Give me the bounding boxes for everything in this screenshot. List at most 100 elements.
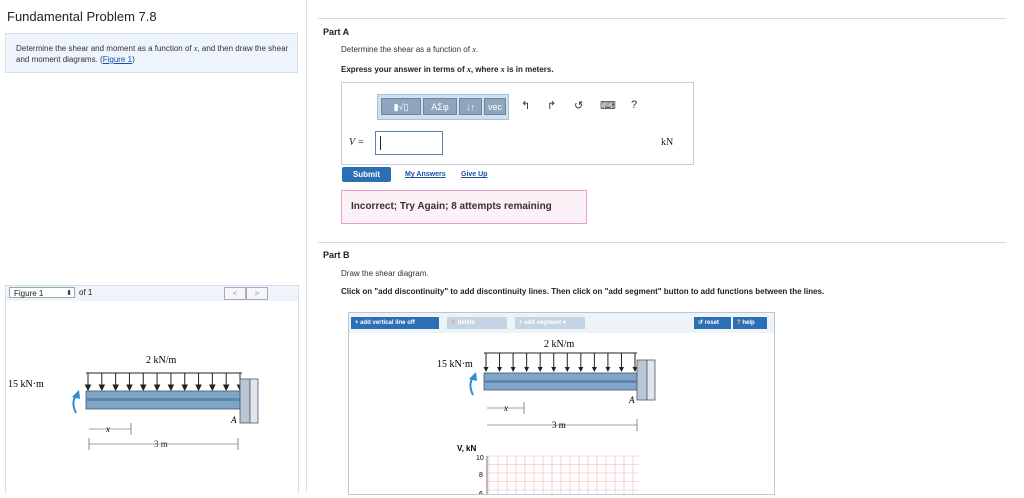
answer-input[interactable] bbox=[375, 131, 443, 155]
help-icon[interactable]: ? bbox=[631, 99, 637, 111]
divider-part-b bbox=[318, 242, 1006, 243]
beam-web bbox=[86, 398, 240, 401]
load-arrowhead bbox=[126, 384, 133, 392]
express-var-2: x bbox=[500, 65, 505, 74]
express-text-2: , where bbox=[470, 65, 499, 74]
tick-label-10: 10 bbox=[476, 455, 484, 462]
load-arrowhead bbox=[551, 367, 557, 372]
figure-navigation-bar: Figure 1 ⬍ of 1 < > bbox=[5, 285, 299, 302]
diagram-fixed-support bbox=[636, 359, 648, 401]
previous-figure-button[interactable]: < bbox=[224, 287, 246, 300]
load-arrowhead bbox=[510, 367, 516, 372]
load-arrowhead bbox=[84, 384, 92, 392]
diagram-x-label: x bbox=[503, 403, 508, 413]
tick-label-8: 8 bbox=[479, 472, 483, 479]
load-arrowhead bbox=[222, 384, 230, 392]
give-up-link[interactable]: Give Up bbox=[461, 171, 487, 178]
feedback-box: Incorrect; Try Again; 8 attempts remaini… bbox=[341, 190, 587, 224]
problem-text: Determine the shear and moment as a func… bbox=[16, 43, 296, 65]
wall bbox=[249, 378, 259, 424]
figure-select[interactable]: Figure 1 ⬍ bbox=[9, 287, 75, 298]
shear-plot-grid bbox=[487, 455, 639, 494]
load-arrowhead bbox=[195, 384, 202, 392]
diagram-support-label: A bbox=[628, 395, 635, 405]
part-b-instruction: Draw the shear diagram. bbox=[341, 269, 429, 278]
diagram-canvas[interactable]: 2 kN/m 15 kN·m A x 3 m V, kN 10 8 6 bbox=[349, 333, 774, 494]
load-arrowhead bbox=[591, 367, 597, 372]
undo-icon[interactable]: ↰ bbox=[521, 99, 530, 112]
figure-count: of 1 bbox=[79, 288, 93, 297]
diagram-load-label: 2 kN/m bbox=[544, 339, 575, 350]
problem-statement-box: Determine the shear and moment as a func… bbox=[5, 33, 298, 73]
diagram-wall bbox=[646, 359, 656, 401]
load-arrowhead bbox=[537, 367, 543, 372]
load-arrowhead bbox=[618, 367, 624, 372]
diagram-length-label: 3 m bbox=[552, 420, 566, 430]
x-label: x bbox=[105, 424, 110, 434]
reset-label: reset bbox=[704, 320, 720, 326]
load-arrowhead bbox=[605, 367, 611, 372]
text-cursor bbox=[380, 136, 381, 150]
part-b-click-instruction: Click on "add discontinuity" to add disc… bbox=[341, 287, 825, 296]
redo-icon[interactable]: ↱ bbox=[547, 99, 556, 112]
add-segment-label: add segment bbox=[524, 320, 562, 326]
keyboard-icon[interactable]: ⌨ bbox=[600, 99, 616, 112]
delete-button[interactable]: ✕ delete bbox=[447, 317, 507, 329]
express-text-3: is in meters. bbox=[506, 65, 554, 74]
greek-button[interactable]: ΑΣφ bbox=[423, 98, 457, 115]
figure-select-value: Figure 1 bbox=[14, 289, 44, 298]
problem-text-part3: ) bbox=[132, 55, 135, 64]
figure-link[interactable]: Figure 1 bbox=[103, 55, 132, 64]
load-arrowhead bbox=[167, 384, 175, 392]
add-vertical-line-button[interactable]: + add vertical line off bbox=[351, 317, 439, 329]
load-arrowhead bbox=[209, 384, 216, 392]
shear-diagram-tool: + add vertical line off ✕ delete + add s… bbox=[348, 312, 775, 495]
length-label: 3 m bbox=[154, 439, 168, 449]
reset-icon[interactable]: ↺ bbox=[574, 99, 583, 112]
express-text-1: Express your answer in terms of bbox=[341, 65, 465, 74]
feedback-text: Incorrect; Try Again; 8 attempts remaini… bbox=[351, 201, 552, 212]
load-arrowhead bbox=[497, 367, 503, 372]
diagram-moment-arrowhead bbox=[469, 372, 477, 381]
answer-box: ▮√▯ ΑΣφ ↓↑ vec ↰ ↱ ↺ ⌨ ? V = kN bbox=[341, 82, 694, 165]
load-arrowhead bbox=[181, 384, 189, 392]
submit-button[interactable]: Submit bbox=[342, 167, 391, 182]
dropdown-icon: ▾ bbox=[561, 320, 566, 326]
part-a-instruction-text: Determine the shear as a function of bbox=[341, 45, 470, 54]
plot-axis-label: V, kN bbox=[457, 444, 476, 453]
templates-button[interactable]: ▮√▯ bbox=[381, 98, 421, 115]
part-a-instruction: Determine the shear as a function of x. bbox=[341, 45, 478, 54]
delete-label: delete bbox=[457, 320, 476, 326]
add-segment-button[interactable]: + add segment ▾ bbox=[515, 317, 585, 329]
reset-button[interactable]: ↺ reset bbox=[694, 317, 731, 329]
left-panel: Fundamental Problem 7.8 Determine the sh… bbox=[0, 0, 307, 493]
arrows-button[interactable]: ↓↑ bbox=[459, 98, 482, 115]
moment-arrowhead bbox=[72, 390, 80, 399]
diagram-beam-web bbox=[484, 380, 637, 383]
load-arrowhead bbox=[564, 367, 570, 372]
variable-label: V = bbox=[349, 137, 365, 148]
load-label: 2 kN/m bbox=[146, 355, 177, 366]
diagram-moment-label: 15 kN·m bbox=[437, 359, 473, 370]
part-a-express: Express your answer in terms of x, where… bbox=[341, 65, 554, 74]
figure-area: 2 kN/m 15 kN·m x 3 m A bbox=[5, 301, 299, 493]
help-label: help bbox=[742, 320, 755, 326]
my-answers-link[interactable]: My Answers bbox=[405, 171, 446, 178]
divider-top bbox=[318, 18, 1006, 19]
next-figure-button[interactable]: > bbox=[246, 287, 268, 300]
select-arrows-icon: ⬍ bbox=[66, 290, 72, 297]
part-b-title: Part B bbox=[323, 250, 350, 260]
diagram-toolbar: + add vertical line off ✕ delete + add s… bbox=[349, 313, 774, 333]
distributed-load-arrows bbox=[84, 372, 244, 392]
vec-button[interactable]: vec bbox=[484, 98, 506, 115]
load-arrowhead bbox=[139, 384, 147, 392]
math-toolbar: ▮√▯ ΑΣφ ↓↑ vec bbox=[377, 94, 509, 120]
load-arrowhead bbox=[524, 367, 530, 372]
problem-text-part1: Determine the shear and moment as a func… bbox=[16, 44, 192, 53]
load-arrowhead bbox=[578, 367, 584, 372]
reset-icon: ↺ bbox=[698, 320, 705, 326]
part-a-title: Part A bbox=[323, 27, 350, 37]
support-label: A bbox=[230, 415, 237, 425]
help-button[interactable]: ? help bbox=[733, 317, 767, 329]
beam-figure: 2 kN/m 15 kN·m x 3 m A bbox=[8, 355, 259, 450]
